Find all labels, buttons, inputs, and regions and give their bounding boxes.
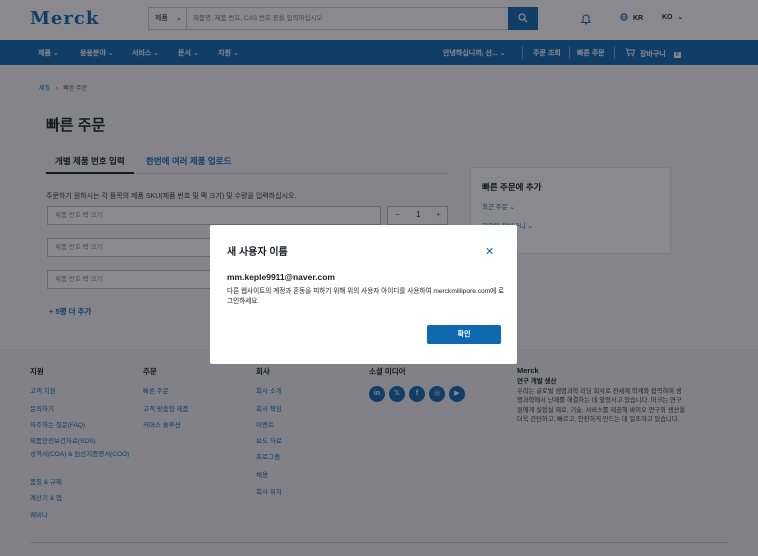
username-email: mm.keple9911@naver.com [227, 272, 335, 282]
dialog-title: 새 사용자 이름 [227, 247, 288, 258]
new-username-dialog: 새 사용자 이름 ✕ mm.keple9911@naver.com 다른 웹사이… [210, 225, 517, 364]
dialog-message: 다른 웹사이트의 계정과 혼동을 피하기 위해 위의 사용자 아이디를 사용하여… [227, 288, 505, 305]
close-icon[interactable]: ✕ [485, 245, 494, 258]
confirm-button[interactable]: 확인 [427, 325, 501, 344]
